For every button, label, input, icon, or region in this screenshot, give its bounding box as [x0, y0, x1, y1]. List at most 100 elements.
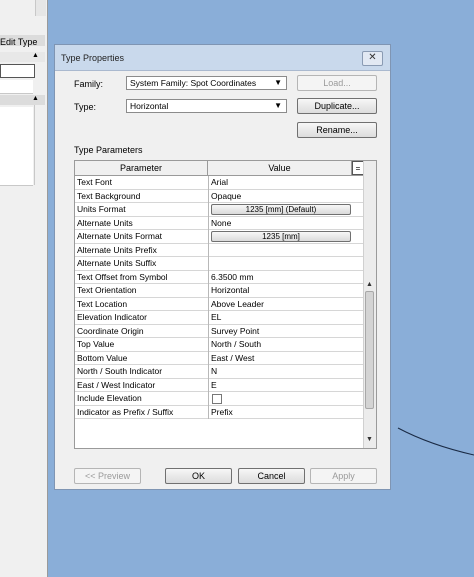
parameter-value[interactable]: East / West — [211, 352, 351, 365]
table-row[interactable]: Indicator as Prefix / Suffix Prefix — [75, 405, 364, 419]
column-divider — [208, 351, 209, 365]
rename-button[interactable]: Rename... — [297, 122, 377, 138]
column-divider — [208, 216, 209, 230]
scroll-thumb[interactable] — [365, 291, 374, 409]
close-icon: ✕ — [368, 52, 377, 63]
table-row[interactable]: East / West Indicator E — [75, 378, 364, 392]
parameter-name: North / South Indicator — [77, 366, 163, 376]
parameter-name: Elevation Indicator — [77, 312, 147, 322]
parameter-name: Top Value — [77, 339, 115, 349]
duplicate-button[interactable]: Duplicate... — [297, 98, 377, 114]
column-divider — [208, 311, 209, 325]
table-row[interactable]: Text Orientation Horizontal — [75, 284, 364, 298]
column-divider — [208, 324, 209, 338]
include-elevation-checkbox[interactable] — [212, 394, 222, 404]
parameter-name: Indicator as Prefix / Suffix — [77, 406, 174, 417]
parameter-value[interactable]: N — [211, 365, 351, 378]
dialog-title: Type Properties — [61, 53, 125, 63]
load-button[interactable]: Load... — [297, 75, 377, 91]
column-divider — [208, 338, 209, 352]
table-row[interactable]: Alternate Units Suffix — [75, 257, 364, 271]
parameter-name: Bottom Value — [77, 352, 128, 363]
type-value: Horizontal — [130, 101, 169, 111]
table-row[interactable]: Alternate Units Prefix — [75, 243, 364, 257]
parameter-value-button[interactable]: 1235 [mm] (Default) — [211, 204, 351, 215]
parameter-value[interactable]: Prefix — [211, 406, 351, 419]
parameter-name: East / West Indicator — [77, 379, 156, 390]
table-row[interactable]: Alternate Units None — [75, 216, 364, 230]
preview-button[interactable]: << Preview — [74, 468, 141, 484]
parameter-name: Units Format — [77, 204, 126, 214]
column-divider — [208, 270, 209, 284]
column-header-parameter[interactable]: Parameter — [75, 161, 208, 175]
parameter-name: Alternate Units — [77, 217, 133, 228]
grid-header: Parameter Value = — [75, 161, 364, 176]
dialog-titlebar[interactable]: Type Properties ✕ — [55, 45, 390, 71]
column-divider — [208, 284, 209, 298]
column-divider — [208, 243, 209, 257]
table-row[interactable]: Alternate Units Format 1235 [mm] — [75, 230, 364, 244]
parameter-value[interactable]: Opaque — [211, 190, 351, 203]
parameter-value[interactable]: Arial — [211, 176, 351, 189]
scroll-down-icon[interactable]: ▼ — [366, 436, 373, 443]
parameter-name: Include Elevation — [77, 393, 142, 403]
table-row[interactable]: Text Offset from Symbol 6.3500 mm — [75, 270, 364, 284]
parameter-value[interactable]: North / South — [211, 338, 351, 351]
column-divider — [208, 365, 209, 379]
parameter-name: Alternate Units Suffix — [77, 258, 157, 268]
type-parameters-grid: Parameter Value = Text Font Arial Text Bac… — [74, 160, 377, 449]
parameter-value[interactable]: Above Leader — [211, 298, 351, 311]
type-parameters-label: Type Parameters — [74, 145, 143, 155]
family-combo[interactable]: System Family: Spot Coordinates ▼ — [126, 76, 287, 90]
parameter-name: Text Font — [77, 177, 112, 187]
apply-button[interactable]: Apply — [310, 468, 377, 484]
chevron-down-icon: ▼ — [274, 101, 282, 110]
column-header-value[interactable]: Value — [208, 161, 352, 175]
column-divider — [208, 230, 209, 244]
parameter-value[interactable]: None — [211, 217, 351, 230]
table-row[interactable]: Text Font Arial — [75, 176, 364, 190]
chevron-down-icon: ▼ — [274, 78, 282, 87]
column-divider — [208, 176, 209, 190]
parameter-value[interactable] — [211, 257, 351, 270]
column-divider — [208, 189, 209, 203]
table-row[interactable]: Top Value North / South — [75, 338, 364, 352]
parameter-name: Alternate Units Prefix — [77, 244, 157, 255]
table-row[interactable]: Text Background Opaque — [75, 189, 364, 203]
table-row[interactable]: Bottom Value East / West — [75, 351, 364, 365]
table-row[interactable]: Include Elevation — [75, 392, 364, 406]
parameter-name: Text Offset from Symbol — [77, 271, 168, 282]
parameter-value[interactable] — [211, 244, 351, 257]
parameter-value[interactable]: Survey Point — [211, 325, 351, 338]
parameter-value[interactable]: E — [211, 379, 351, 392]
parameter-name: Coordinate Origin — [77, 325, 144, 336]
parameter-name: Text Orientation — [77, 285, 137, 295]
parameter-value[interactable]: 6.3500 mm — [211, 271, 351, 284]
column-divider — [208, 392, 209, 406]
type-combo[interactable]: Horizontal ▼ — [126, 99, 287, 113]
parameter-name: Text Background — [77, 190, 141, 201]
parameter-value[interactable]: Horizontal — [211, 284, 351, 297]
ok-button[interactable]: OK — [165, 468, 232, 484]
column-divider — [208, 297, 209, 311]
table-row[interactable]: Units Format 1235 [mm] (Default) — [75, 203, 364, 217]
column-divider — [208, 405, 209, 419]
type-label: Type: — [74, 102, 97, 112]
table-row[interactable]: Coordinate Origin Survey Point — [75, 324, 364, 338]
cancel-button[interactable]: Cancel — [238, 468, 305, 484]
close-button[interactable]: ✕ — [362, 51, 383, 66]
column-divider — [208, 257, 209, 271]
table-row[interactable]: Elevation Indicator EL — [75, 311, 364, 325]
grid-rows: Text Font Arial Text Background Opaque Units… — [75, 176, 364, 419]
table-row[interactable]: Text Location Above Leader — [75, 297, 364, 311]
parameter-value[interactable]: EL — [211, 311, 351, 324]
grid-scrollbar[interactable]: ▲ ▼ — [363, 161, 376, 448]
scroll-up-icon[interactable]: ▲ — [366, 281, 373, 288]
type-properties-dialog: Type Properties ✕ Family: System Family:… — [54, 44, 391, 490]
parameter-name: Text Location — [77, 298, 128, 309]
column-divider — [208, 378, 209, 392]
family-label: Family: — [74, 79, 103, 89]
column-divider — [208, 203, 209, 217]
parameter-value-button[interactable]: 1235 [mm] — [211, 231, 351, 242]
table-row[interactable]: North / South Indicator N — [75, 365, 364, 379]
